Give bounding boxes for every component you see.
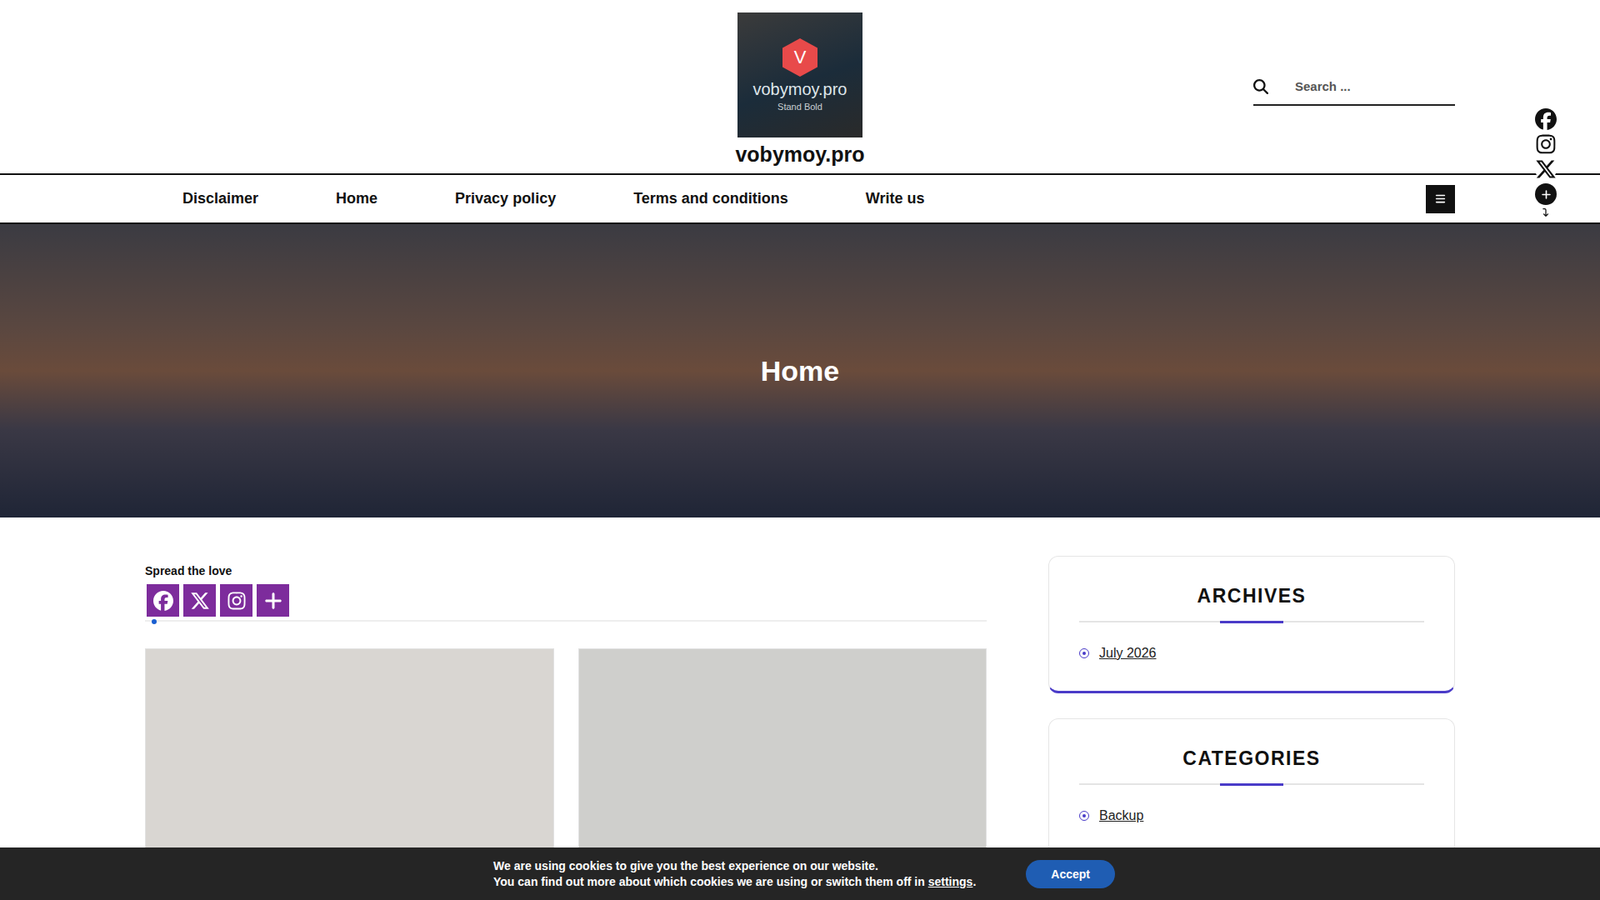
floating-social [1535, 108, 1557, 217]
x-icon[interactable] [1535, 158, 1557, 180]
cookie-text: We are using cookies to give you the bes… [493, 858, 976, 889]
search-icon[interactable] [1253, 79, 1269, 95]
main-nav: Disclaimer Home Privacy policy Terms and co… [0, 175, 1600, 225]
brand: Vvobymoy.pro Stand Bold vobymoy.pro [735, 12, 865, 167]
cookie-bar: We are using cookies to give you the bes… [0, 847, 1600, 900]
accept-button[interactable]: Accept [1025, 860, 1115, 889]
bullet-icon [1079, 648, 1090, 659]
cookie-settings-link[interactable]: settings [928, 875, 974, 889]
hero-banner: Home [0, 224, 1600, 518]
nav-item[interactable]: Home [335, 190, 378, 208]
logo-tagline: Stand Bold [777, 101, 823, 112]
logo-hex-icon: V [782, 38, 818, 77]
search-input[interactable] [1293, 78, 1455, 95]
widget-divider [1079, 620, 1425, 623]
share-facebook-button[interactable] [146, 584, 180, 617]
nav-item[interactable]: Privacy policy [455, 190, 556, 208]
nav-item[interactable]: Disclaimer [182, 190, 259, 208]
site-logo[interactable]: Vvobymoy.pro Stand Bold [737, 12, 863, 138]
menu-icon [1435, 193, 1446, 205]
site-header: Vvobymoy.pro Stand Bold vobymoy.pro [0, 0, 1600, 175]
hero-title: Home [760, 355, 840, 388]
widget-item[interactable]: July 2026 [1079, 645, 1425, 661]
facebook-icon[interactable] [1535, 108, 1557, 130]
more-icon[interactable] [1535, 183, 1557, 205]
widget-title: CATEGORIES [1079, 747, 1425, 770]
share-label: Spread the love [145, 564, 987, 578]
share-instagram-button[interactable] [220, 584, 253, 617]
collapse-arrow-icon[interactable] [1541, 208, 1550, 217]
logo-name: vobymoy.pro [752, 80, 847, 99]
search-box [1253, 75, 1455, 106]
menu-button[interactable] [1425, 185, 1455, 214]
widget-title: ARCHIVES [1079, 585, 1425, 608]
instagram-icon[interactable] [1535, 133, 1557, 155]
share-x-button[interactable] [183, 584, 216, 617]
share-more-button[interactable] [256, 584, 290, 617]
page: Vvobymoy.pro Stand Bold vobymoy.pro Disclai… [0, 0, 1600, 900]
content: Spread the love ARCHIVES July 2026 CATEGORI… [0, 517, 1600, 900]
widget-item[interactable]: Backup [1079, 808, 1425, 824]
sidebar-widget: CATEGORIES Backup [1048, 718, 1455, 856]
share-dot [151, 619, 157, 625]
nav-item[interactable]: Write us [865, 190, 925, 208]
share-divider [145, 620, 987, 622]
sidebar-widget: ARCHIVES July 2026 [1048, 555, 1455, 694]
share-buttons [145, 584, 987, 617]
nav-item[interactable]: Terms and conditions [633, 190, 789, 208]
nav-list: Disclaimer Home Privacy policy Terms and co… [182, 190, 1426, 208]
bullet-icon [1079, 810, 1090, 821]
site-title[interactable]: vobymoy.pro [735, 142, 865, 167]
widget-divider [1079, 783, 1425, 785]
